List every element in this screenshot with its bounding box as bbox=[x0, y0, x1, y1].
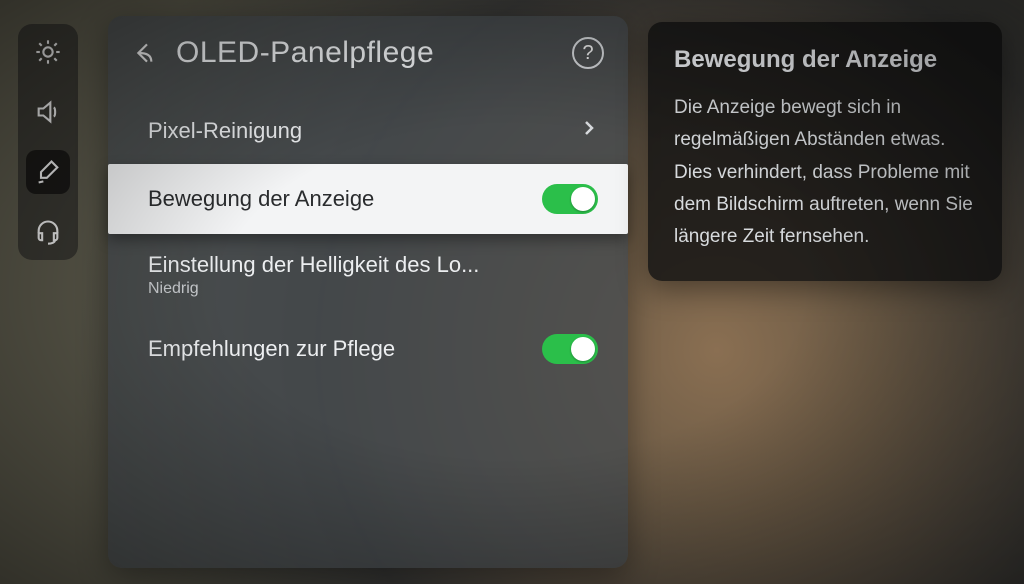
row-pixel-cleaning[interactable]: Pixel-Reinigung bbox=[108, 98, 628, 164]
panel-header: OLED-Panelpflege ? bbox=[108, 16, 628, 98]
toggle-screen-move[interactable] bbox=[542, 184, 598, 214]
rail-picture[interactable] bbox=[26, 30, 70, 74]
rail-support[interactable] bbox=[26, 210, 70, 254]
chevron-right-icon bbox=[582, 116, 598, 146]
info-card: Bewegung der Anzeige Die Anzeige bewegt … bbox=[648, 22, 1002, 281]
rail-sound[interactable] bbox=[26, 90, 70, 134]
info-body: Die Anzeige bewegt sich in regelmäßigen … bbox=[674, 92, 976, 253]
back-button[interactable] bbox=[132, 38, 162, 68]
row-label: Bewegung der Anzeige bbox=[148, 186, 374, 212]
settings-category-rail bbox=[18, 24, 78, 260]
help-button[interactable]: ? bbox=[572, 37, 604, 69]
row-label: Einstellung der Helligkeit des Lo... bbox=[148, 252, 479, 278]
row-label: Pixel-Reinigung bbox=[148, 118, 302, 144]
row-logo-brightness[interactable]: Einstellung der Helligkeit des Lo... Nie… bbox=[108, 234, 628, 316]
panel-title: OLED-Panelpflege bbox=[176, 36, 558, 70]
row-screen-move[interactable]: Bewegung der Anzeige bbox=[108, 164, 628, 234]
toggle-care-recommendations[interactable] bbox=[542, 334, 598, 364]
info-title: Bewegung der Anzeige bbox=[674, 46, 976, 74]
row-care-recommendations[interactable]: Empfehlungen zur Pflege bbox=[108, 316, 628, 382]
settings-list: Pixel-Reinigung Bewegung der Anzeige Ein… bbox=[108, 98, 628, 382]
row-sublabel: Niedrig bbox=[148, 280, 479, 298]
settings-panel: OLED-Panelpflege ? Pixel-Reinigung Beweg… bbox=[108, 16, 628, 568]
row-label: Empfehlungen zur Pflege bbox=[148, 336, 395, 362]
rail-general[interactable] bbox=[26, 150, 70, 194]
